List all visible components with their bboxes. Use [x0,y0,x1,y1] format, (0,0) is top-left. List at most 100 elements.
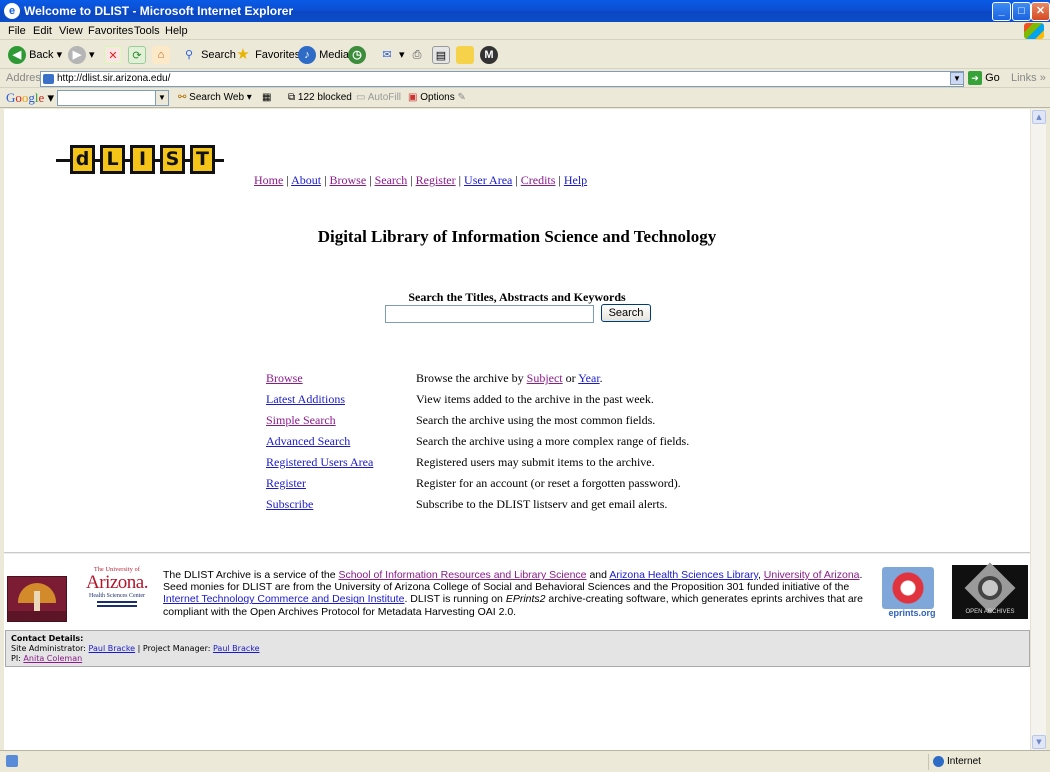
link-ua[interactable]: University of Arizona [764,569,860,581]
link-simple-search[interactable]: Simple Search [266,413,336,428]
mail-button[interactable]: ✉ ▾ [378,46,404,64]
menu-file[interactable]: File [8,25,26,37]
contact-line-2: PI: Anita Coleman [11,654,1024,664]
desc-browse: Browse the archive by Subject or Year. [416,371,603,386]
pagerank-icon[interactable]: ▦ [262,92,271,103]
refresh-button[interactable]: ⟳ [128,46,146,65]
link-browse[interactable]: Browse [266,371,303,386]
dlist-logo[interactable]: d L I S T [56,142,224,176]
link-site-admin[interactable]: Paul Bracke [89,644,136,653]
link-subject[interactable]: Subject [527,371,563,385]
search-web-label: Search Web [189,92,245,103]
link-subscribe[interactable]: Subscribe [266,497,313,512]
nav-search[interactable]: Search [375,173,408,187]
desc-browse-period: . [599,371,603,385]
menu-favorites[interactable]: Favorites [88,25,133,37]
google-logo[interactable]: Google ▾ [6,90,54,106]
blocked-label: 122 blocked [297,92,352,103]
link-itcdi[interactable]: Internet Technology Commerce and Design … [163,593,404,605]
history-icon: ◷ [348,46,366,65]
search-input[interactable] [385,305,594,323]
footer-description: The DLIST Archive is a service of the Sc… [163,569,873,618]
nav-home[interactable]: Home [254,173,283,187]
menu-view[interactable]: View [59,25,83,37]
link-latest-additions[interactable]: Latest Additions [266,392,345,407]
link-registered-users-area[interactable]: Registered Users Area [266,455,373,470]
home-button[interactable]: ⌂ [152,46,170,65]
print-icon: ⎙ [412,49,422,62]
history-button[interactable]: ◷ [348,46,366,65]
desc-subscribe: Subscribe to the DLIST listserv and get … [416,497,668,511]
nav-register[interactable]: Register [416,173,456,187]
project-manager-label: | Project Manager: [135,644,213,653]
link-advanced-search[interactable]: Advanced Search [266,434,350,449]
maximize-button[interactable]: □ [1012,2,1031,21]
google-dropdown-icon[interactable]: ▼ [155,91,168,105]
eprints-logo[interactable]: eprints.org [876,567,936,619]
options-label: Options [420,92,455,103]
nav-help[interactable]: Help [564,173,587,187]
arizona-hsc-text: Health Sciences Center [89,593,145,599]
zone-label: Internet [947,756,981,767]
link-year[interactable]: Year [578,371,599,385]
link-register[interactable]: Register [266,476,306,491]
address-dropdown-icon[interactable]: ▼ [950,72,964,85]
search-web-button[interactable]: ⚯ Search Web ▾ [178,92,252,103]
minimize-button[interactable]: _ [992,2,1011,21]
menu-tools[interactable]: Tools [134,25,160,37]
address-url: http://dlist.sir.arizona.edu/ [57,73,171,84]
stop-icon: ✕ [104,46,122,65]
scroll-down-icon[interactable]: ▼ [1032,735,1046,749]
page-icon [43,74,54,84]
menu-help[interactable]: Help [165,25,188,37]
messenger-button[interactable]: M [480,46,498,65]
autofill-button[interactable]: ▭ AutoFill [356,92,401,103]
arizona-hsc-logo[interactable]: The University of Arizona. Health Scienc… [77,567,157,623]
magnifier-icon: ⚲ [184,49,194,62]
back-label: Back [29,49,54,61]
ua-desert-logo[interactable] [7,576,67,622]
links-button[interactable]: Links » [1011,72,1046,84]
nav-credits[interactable]: Credits [521,173,556,187]
toolbar: ◀ Back ▾ ▶ ▾ ✕ ⟳ ⌂ ⚲ Search ★ Favorites … [0,41,1050,69]
scroll-up-icon[interactable]: ▲ [1032,110,1046,124]
nav-about[interactable]: About [291,173,321,187]
back-button[interactable]: ◀ Back ▾ [8,46,62,65]
desc-browse-text: Browse the archive by [416,371,527,385]
link-sirls[interactable]: School of Information Resources and Libr… [338,569,586,581]
link-ahsl[interactable]: Arizona Health Sciences Library [609,569,758,581]
contact-heading: Contact Details: [11,634,84,643]
search-heading: Search the Titles, Abstracts and Keyword… [408,290,626,304]
open-archives-logo[interactable]: OPEN ARCHIVES [952,562,1028,619]
edit-icon: ▤ [432,46,450,65]
go-button[interactable]: ➜ Go [968,71,1000,85]
popup-blocker-button[interactable]: ⧉ 122 blocked [288,92,352,103]
oa-ring-shape [978,576,1002,600]
nav-browse[interactable]: Browse [329,173,366,187]
logo-letter-t: T [190,145,215,174]
address-input[interactable]: http://dlist.sir.arizona.edu/ [40,71,964,87]
edit-button[interactable]: ▤ [432,46,450,65]
vertical-scrollbar[interactable]: ▲ ▼ [1030,109,1046,750]
menu-edit[interactable]: Edit [33,25,52,37]
discuss-button[interactable] [456,46,474,65]
desc-registered-users-area: Registered users may submit items to the… [416,455,655,469]
print-button[interactable]: ⎙ [408,46,426,64]
link-project-manager[interactable]: Paul Bracke [213,644,260,653]
google-search-input[interactable]: ▼ [57,90,169,106]
forward-button[interactable]: ▶ ▾ [68,46,95,65]
options-button[interactable]: ▣ Options ✎ [408,92,466,103]
media-button[interactable]: ♪ Media [298,46,349,65]
close-button[interactable]: ✕ [1031,2,1050,21]
favorites-button[interactable]: ★ Favorites [234,46,300,64]
popup-icon: ⧉ [288,92,296,103]
nav-user-area[interactable]: User Area [464,173,512,187]
stop-button[interactable]: ✕ [104,46,122,65]
logo-letter-l: L [100,145,125,174]
search-submit-button[interactable]: Search [601,304,651,322]
link-pi[interactable]: Anita Coleman [23,654,82,663]
search-button-toolbar[interactable]: ⚲ Search [180,46,236,64]
go-label: Go [985,71,1000,84]
logo-letter-i: I [130,145,155,174]
refresh-icon: ⟳ [128,46,146,65]
